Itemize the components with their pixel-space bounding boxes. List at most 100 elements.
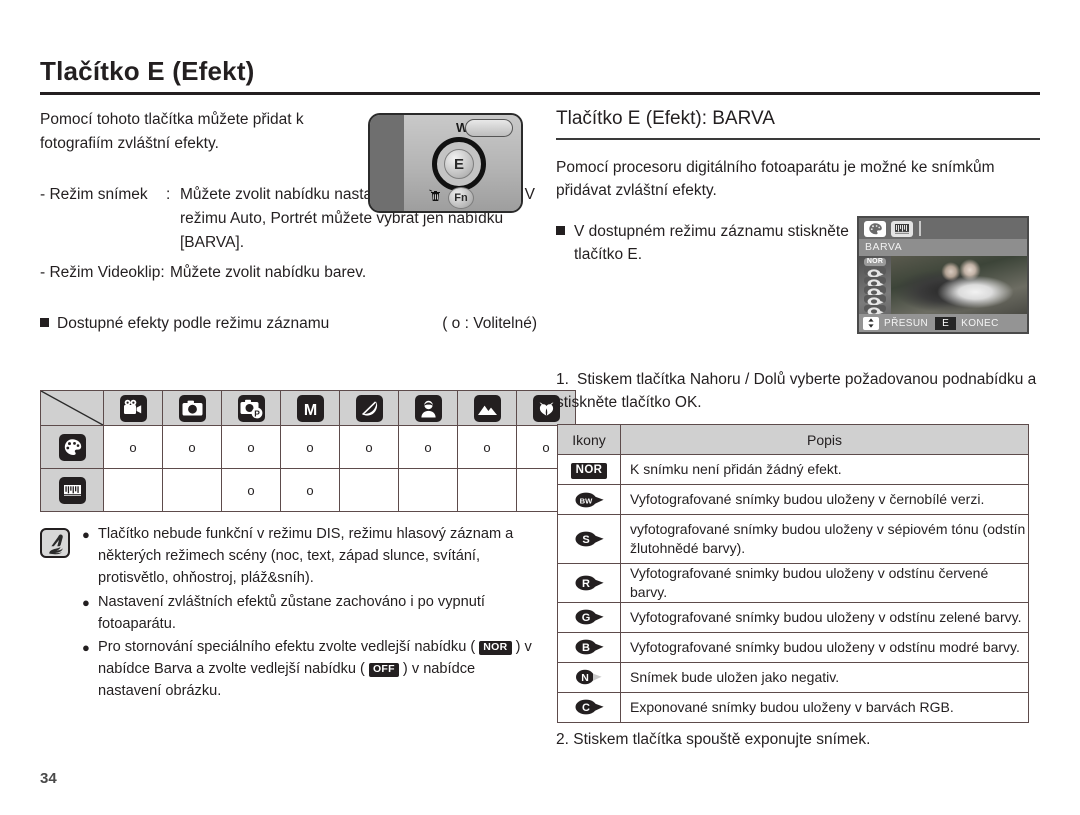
lcd-e-key: E [935,316,957,330]
svg-text:B: B [582,642,590,654]
svg-text:M: M [303,402,316,419]
lcd-menu-item-bw[interactable] [864,267,886,278]
lcd-menu-title: BARVA [859,239,1027,256]
page-title: Tlačítko E (Efekt) [40,56,255,86]
lcd-menu-item-sepia[interactable] [864,276,886,288]
cell-adjust-program: o [221,468,281,512]
program-mode-icon: P [237,394,265,422]
svg-text:BW: BW [580,496,593,505]
lcd-menu-item-red[interactable] [864,285,886,297]
note-text-2: Nastavení zvláštních efektů zůstane zach… [98,593,485,632]
lcd-menu-item-green[interactable] [864,295,886,306]
row-desc-green: Vyfotografované snímky budou uloženy v o… [620,601,1029,633]
camera-back-illustration: W E Fn [368,113,523,213]
row-icon-green: G [557,601,621,633]
col-header-landscape [457,390,517,426]
manual-mode-icon: M [296,394,324,422]
row-icon-custom: C [557,691,621,723]
row-icon-blue: B [557,631,621,663]
effects-availability-table: P M o o o o o o o o o o [40,390,576,512]
row-icon-bw: BW [557,484,621,515]
camera-left-edge [370,115,404,211]
custom-blob-icon: C [572,696,606,718]
camera-lcd-screenshot: BARVA NOR PŘESUN E KONEC [857,216,1029,334]
lcd-tab-bar [859,218,1027,239]
row-icon-nor: NOR [557,454,621,485]
sepia-blob-icon: S [572,528,606,550]
lcd-tab-color-palette-icon[interactable] [864,220,886,237]
lcd-tab-divider [919,221,921,236]
cell-adjust-landscape [457,468,517,512]
step-1-text: Stiskem tlačítka Nahoru / Dolů vyberte p… [556,371,1037,412]
table-header-row: Ikony Popis [557,424,1029,455]
row-desc-negative: Snímek bude uložen jako negativ. [620,661,1029,693]
diagonal-corner-cell [40,390,104,426]
cell-adjust-portrait [398,468,458,512]
table-row: B Vyfotografované snímky budou uloženy v… [557,631,1029,663]
row-desc-red: Vyfotografované snimky budou uloženy v o… [620,563,1029,603]
lcd-menu-item-nor[interactable]: NOR [864,258,886,266]
mode-desc-video: Můžete zvolit nabídku barev. [170,264,367,282]
green-blob-icon: G [572,606,606,628]
red-blob-icon: R [572,572,606,594]
row-header-color [40,425,104,469]
available-effects-heading: Dostupné efekty podle režimu záznamu ( o… [40,315,540,333]
section-subtitle: Tlačítko E (Efekt): BARVA [556,108,775,129]
note-hand-icon [40,528,70,558]
cell-adjust-scene [339,468,399,512]
cell-color-manual: o [280,425,340,469]
col-header-program: P [221,390,281,426]
lcd-preview-photo [891,256,1027,314]
nor-badge-icon: NOR [479,641,512,655]
col-header-auto [162,390,222,426]
nor-label: NOR [866,258,884,266]
page-number: 34 [40,770,57,787]
right-bullet-item: V dostupném režimu záznamu stiskněte tla… [556,220,856,267]
negative-blob-icon: N [572,666,606,688]
note-text-3a: Pro stornování speciálního efektu zvolte… [98,639,480,656]
subtitle-divider [556,138,1040,140]
square-bullet-icon [556,226,565,236]
step-1: 1. Stiskem tlačítka Nahoru / Dolů vybert… [556,368,1040,415]
cell-color-landscape: o [457,425,517,469]
square-bullet-icon [40,318,49,328]
table-row: N Snímek bude uložen jako negativ. [557,661,1029,693]
row-desc-nor: K snímku není přidán žádný efekt. [620,454,1029,485]
cell-color-portrait: o [398,425,458,469]
note-box: ● Tlačítko nebude funkční v režimu DIS, … [40,524,540,705]
zoom-rocker [465,119,513,137]
lcd-move-label: PŘESUN [884,317,929,329]
image-adjust-icon [58,476,86,504]
cell-color-movie: o [103,425,163,469]
table-row: C Exponované snímky budou uloženy v barv… [557,691,1029,723]
cell-color-auto: o [162,425,222,469]
nor-badge-icon: NOR [570,463,608,479]
lcd-bottom-bar: PŘESUN E KONEC [859,314,1027,332]
cell-adjust-auto [162,468,222,512]
row-desc-custom: Exponované snímky budou uloženy v barvác… [620,691,1029,723]
step-1-number: 1. [556,371,569,388]
bw-blob-icon: BW [572,489,606,511]
lcd-exit-label: KONEC [961,317,999,329]
row-desc-bw: Vyfotografované snímky budou uloženy v č… [620,484,1029,515]
row-desc-blue: Vyfotografované snímky budou uloženy v o… [620,631,1029,663]
landscape-mode-icon [473,394,501,422]
table-row: NOR K snímku není přidán žádný efekt. [557,454,1029,485]
column-header-description: Popis [620,424,1029,455]
scene-mode-icon [355,394,383,422]
step-2: 2. Stiskem tlačítka spouště exponujte sn… [556,731,871,748]
mode-row-video: - Režim Videoklip: Můžete zvolit nabídku… [40,261,540,285]
list-item: ● Pro stornování speciálního efektu zvol… [82,637,540,703]
right-bullet-text: V dostupném režimu záznamu stiskněte tla… [574,223,849,264]
svg-text:G: G [582,612,591,624]
table-row: BW Vyfotografované snímky budou uloženy … [557,484,1029,515]
lcd-menu-item-blue[interactable] [864,304,886,316]
title-divider [40,92,1040,95]
lcd-tab-image-adjust-icon[interactable] [891,220,913,237]
row-header-image-adjust [40,468,104,512]
table-row: o o o o o o o o [40,425,576,469]
bullet-icon: ● [82,594,90,610]
mode-colon-photo: : [166,186,171,204]
note-text-1: Tlačítko nebude funkční v režimu DIS, re… [98,526,514,586]
up-down-arrows-icon [863,316,879,330]
